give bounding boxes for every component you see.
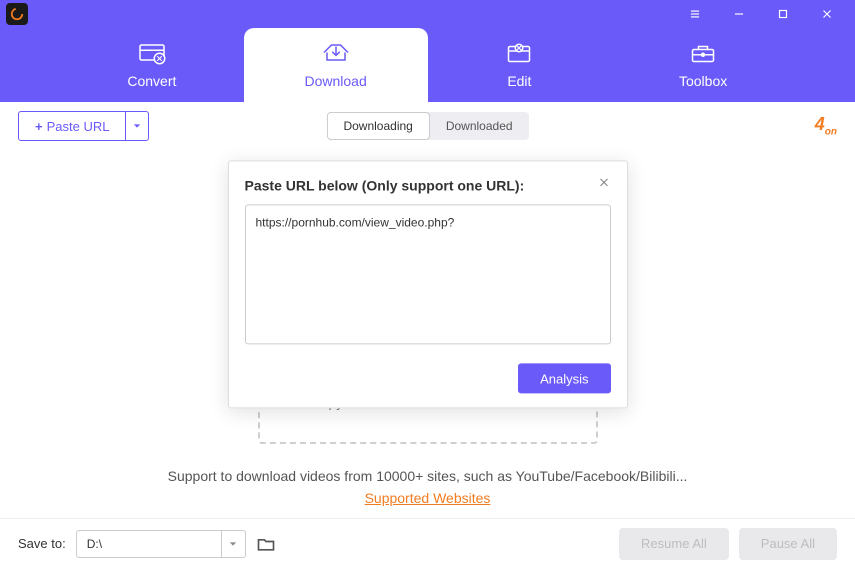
- edit-icon: [504, 41, 534, 67]
- download-icon: [321, 41, 351, 67]
- paste-url-dropdown[interactable]: [126, 112, 148, 140]
- brand-icon: 4on: [815, 114, 837, 138]
- main-area: Copy URL and click here to download Supp…: [0, 150, 855, 518]
- tab-edit[interactable]: Edit: [428, 28, 612, 102]
- toolbox-icon: [688, 41, 718, 67]
- tab-label: Edit: [507, 73, 531, 89]
- tab-convert[interactable]: Convert: [60, 28, 244, 102]
- convert-icon: [137, 41, 167, 67]
- tab-label: Convert: [127, 73, 176, 89]
- menu-button[interactable]: [673, 0, 717, 28]
- titlebar: [0, 0, 855, 28]
- tab-label: Download: [304, 73, 366, 89]
- pause-all-button[interactable]: Pause All: [739, 528, 837, 560]
- close-icon: [597, 175, 611, 189]
- support-text: Support to download videos from 10000+ s…: [168, 468, 688, 484]
- dialog-close-button[interactable]: [597, 175, 611, 194]
- chevron-down-icon: [133, 122, 141, 130]
- maximize-button[interactable]: [761, 0, 805, 28]
- tab-toolbox[interactable]: Toolbox: [611, 28, 795, 102]
- app-logo: [6, 3, 28, 25]
- saveto-value: D:\: [77, 537, 221, 551]
- saveto-dropdown[interactable]: [221, 531, 245, 557]
- seg-downloaded[interactable]: Downloaded: [430, 112, 529, 140]
- plus-icon: +: [35, 119, 43, 134]
- tab-download[interactable]: Download: [244, 28, 428, 102]
- minimize-button[interactable]: [717, 0, 761, 28]
- saveto-label: Save to:: [18, 536, 66, 551]
- open-folder-button[interactable]: [256, 534, 276, 554]
- toolbar: + Paste URL Downloading Downloaded 4on: [0, 102, 855, 150]
- supported-websites-link[interactable]: Supported Websites: [365, 490, 491, 506]
- dialog-title: Paste URL below (Only support one URL):: [245, 177, 525, 193]
- paste-url-button[interactable]: + Paste URL: [18, 111, 149, 141]
- paste-url-label: Paste URL: [47, 119, 110, 134]
- analysis-button[interactable]: Analysis: [518, 363, 610, 393]
- navbar: Convert Download Edit Toolbox: [0, 28, 855, 102]
- download-state-segment: Downloading Downloaded: [326, 112, 528, 140]
- close-button[interactable]: [805, 0, 849, 28]
- paste-url-dialog: Paste URL below (Only support one URL): …: [228, 160, 628, 408]
- saveto-select[interactable]: D:\: [76, 530, 246, 558]
- paste-url-main[interactable]: + Paste URL: [19, 112, 126, 140]
- chevron-down-icon: [229, 540, 237, 548]
- tab-label: Toolbox: [679, 73, 727, 89]
- seg-downloading[interactable]: Downloading: [326, 112, 429, 140]
- resume-all-button[interactable]: Resume All: [619, 528, 729, 560]
- footer: Save to: D:\ Resume All Pause All: [0, 518, 855, 568]
- url-input[interactable]: [245, 204, 611, 344]
